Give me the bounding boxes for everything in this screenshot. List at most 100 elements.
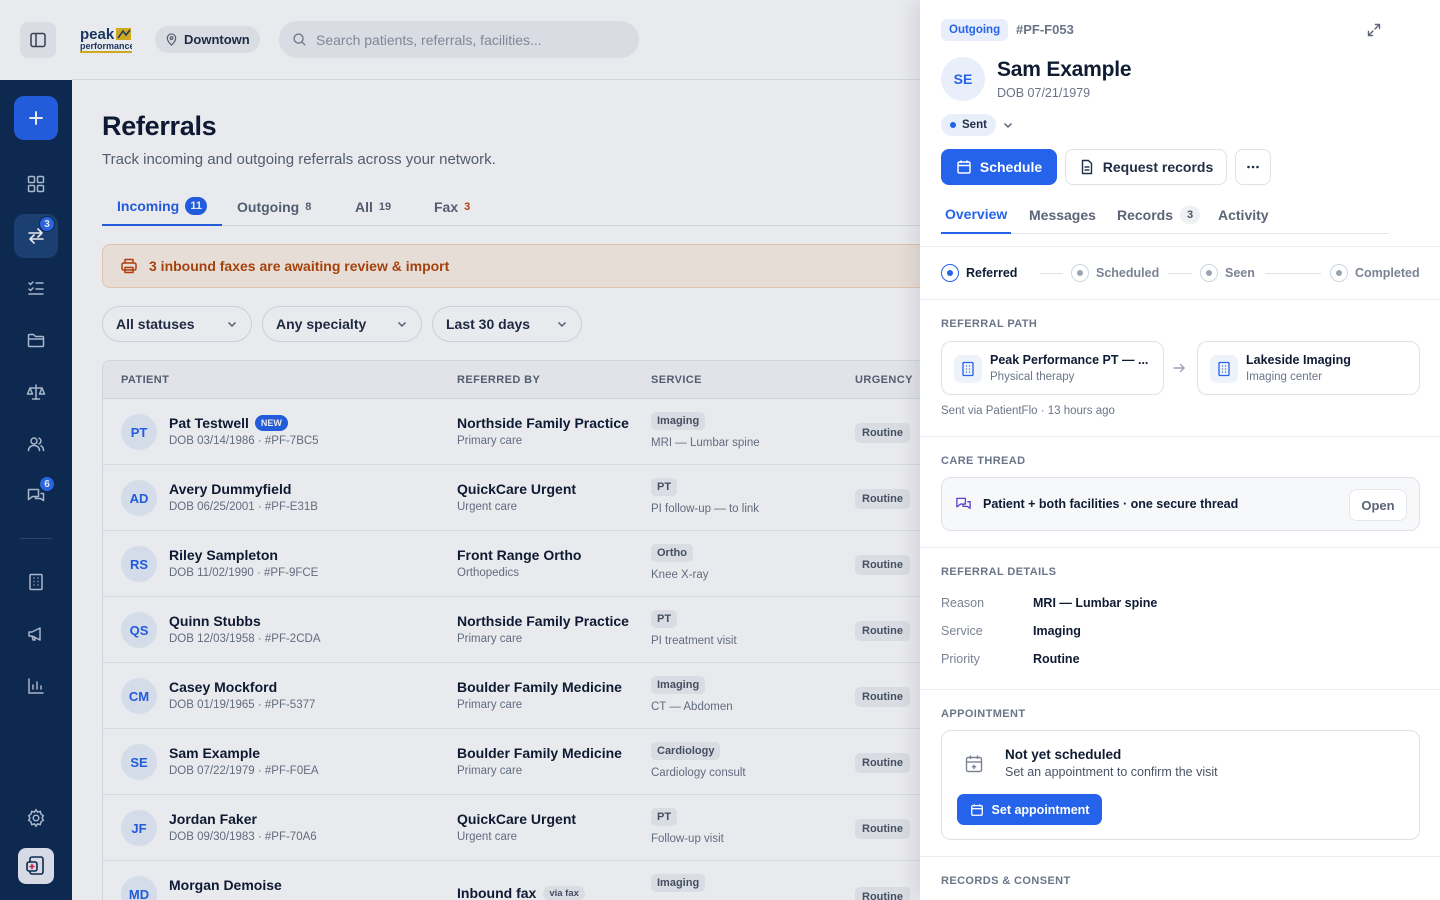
sidebar-item-documents[interactable] <box>14 318 58 362</box>
table-row[interactable]: SE Sam Example DOB 07/22/1979 · #PF-F0EA… <box>103 729 931 795</box>
step-label: Scheduled <box>1096 266 1160 280</box>
support-chat-icon <box>26 856 44 875</box>
tab-label: Fax <box>434 199 459 215</box>
arrow-right-icon <box>1172 361 1186 375</box>
patient-name: Sam Example <box>997 58 1132 81</box>
tab-overview[interactable]: Overview <box>941 196 1012 234</box>
referrer-name: Boulder Family Medicine <box>457 745 622 761</box>
tab-messages[interactable]: Messages <box>1029 196 1096 234</box>
avatar: MD <box>121 876 157 900</box>
filter-label: All statuses <box>116 316 195 332</box>
date-range-filter[interactable]: Last 30 days <box>432 306 582 342</box>
tab-label: All <box>355 199 373 215</box>
open-thread-button[interactable]: Open <box>1349 489 1407 521</box>
urgency-badge: Routine <box>855 687 910 707</box>
referrer-type: Urgent care <box>457 831 518 843</box>
chevron-down-icon <box>227 321 237 328</box>
facility-name: Lakeside Imaging <box>1246 353 1351 367</box>
table-row[interactable]: QS Quinn Stubbs DOB 12/03/1958 · #PF-2CD… <box>103 597 931 663</box>
direction-badge: Outgoing <box>941 19 1009 41</box>
referrer-name: Inbound fax <box>457 885 537 900</box>
patient-meta: DOB 11/02/1990 · #PF-9FCE <box>169 567 319 579</box>
calendar-icon <box>970 803 983 816</box>
sidebar-item-dashboard[interactable] <box>14 162 58 206</box>
sidebar-toggle-button[interactable] <box>20 22 56 58</box>
referrer-type: Primary care <box>457 435 523 447</box>
peak-performance-logo: peak performance <box>80 26 132 53</box>
tab-count: 11 <box>185 197 208 215</box>
referrer-name: Northside Family Practice <box>457 613 629 629</box>
fax-banner-text: 3 inbound faxes are awaiting review & im… <box>149 258 450 274</box>
detail-label: Priority <box>941 652 980 666</box>
location-selector[interactable]: Downtown <box>155 26 260 53</box>
tab-incoming[interactable]: Incoming 11 <box>102 188 223 226</box>
support-button[interactable] <box>18 848 54 884</box>
map-pin-icon <box>166 33 177 46</box>
tab-records[interactable]: Records 3 <box>1117 196 1201 234</box>
filter-label: Last 30 days <box>446 316 531 332</box>
progress-step-scheduled: Scheduled <box>1071 264 1159 282</box>
referrer-type: Urgent care <box>457 501 518 513</box>
expand-button[interactable] <box>1366 22 1382 38</box>
table-row[interactable]: PT Pat Testwell NEW DOB 03/14/1986 · #PF-… <box>103 399 931 465</box>
printer-icon <box>121 258 137 274</box>
sidebar-item-patients[interactable] <box>14 422 58 466</box>
table-row[interactable]: JF Jordan Faker DOB 09/30/1983 · #PF-70A… <box>103 795 931 861</box>
table-row[interactable]: AD Avery Dummyfield DOB 06/25/2001 · #PF… <box>103 465 931 531</box>
patient-name: Morgan Demoise <box>169 877 282 893</box>
care-thread-card[interactable]: Patient + both facilities · one secure t… <box>941 477 1420 531</box>
service-detail: CT — Abdomen <box>651 701 733 713</box>
detail-label: Service <box>941 624 983 638</box>
status-badge[interactable]: Sent <box>941 114 996 136</box>
service-tag: Imaging <box>651 676 706 694</box>
sidebar-item-legal[interactable] <box>14 370 58 414</box>
column-header: SERVICE <box>651 374 702 386</box>
set-appointment-button[interactable]: Set appointment <box>957 794 1102 825</box>
search-input[interactable]: Search patients, referrals, facilities..… <box>279 21 639 58</box>
sidebar-item-settings[interactable] <box>14 796 58 840</box>
sidebar-item-tasks[interactable] <box>14 266 58 310</box>
new-referral-button[interactable] <box>14 96 58 140</box>
search-icon <box>293 33 306 46</box>
tab-activity[interactable]: Activity <box>1218 196 1269 234</box>
avatar: JF <box>121 810 157 846</box>
section-heading: RECORDS & CONSENT <box>941 875 1071 887</box>
facility-card-to[interactable]: Lakeside Imaging Imaging center <box>1197 341 1420 395</box>
table-row[interactable]: MD Morgan Demoise Inbound fax via fax Ima… <box>103 861 931 900</box>
request-records-button[interactable]: Request records <box>1065 149 1227 185</box>
tab-count: 8 <box>305 201 312 213</box>
tab-all[interactable]: All 19 <box>355 188 391 226</box>
status-filter[interactable]: All statuses <box>102 306 252 342</box>
step-label: Referred <box>966 266 1018 280</box>
service-tag: Imaging <box>651 412 706 430</box>
referral-detail-panel: Outgoing #PF-F053 SE Sam Example DOB 07/… <box>920 0 1440 900</box>
sidebar-item-marketing[interactable] <box>14 612 58 656</box>
notification-badge: 3 <box>39 216 55 232</box>
detail-value: Routine <box>1033 652 1080 666</box>
calendar-icon <box>957 160 971 174</box>
facility-name: Peak Performance PT — ... <box>990 353 1149 367</box>
sidebar-item-messages[interactable]: 6 <box>14 474 58 518</box>
step-indicator <box>941 264 959 282</box>
step-label: Completed <box>1355 266 1420 280</box>
avatar: SE <box>121 744 157 780</box>
chevron-down-icon <box>397 321 407 328</box>
sidebar-item-facilities[interactable] <box>14 560 58 604</box>
specialty-filter[interactable]: Any specialty <box>262 306 422 342</box>
divider <box>920 856 1440 857</box>
sidebar-item-referrals[interactable]: 3 <box>14 214 58 258</box>
sidebar-item-reports[interactable] <box>14 664 58 708</box>
status-dropdown-button[interactable] <box>1002 119 1014 131</box>
tab-fax[interactable]: Fax 3 <box>434 188 470 226</box>
facility-card-from[interactable]: Peak Performance PT — ... Physical thera… <box>941 341 1164 395</box>
tab-outgoing[interactable]: Outgoing 8 <box>237 188 311 226</box>
table-row[interactable]: RS Riley Sampleton DOB 11/02/1990 · #PF-… <box>103 531 931 597</box>
more-actions-button[interactable] <box>1235 149 1271 185</box>
schedule-button[interactable]: Schedule <box>941 149 1057 185</box>
fax-banner[interactable]: 3 inbound faxes are awaiting review & im… <box>102 244 932 288</box>
table-row[interactable]: CM Casey Mockford DOB 01/19/1965 · #PF-5… <box>103 663 931 729</box>
brand-logo[interactable]: peak performance <box>80 26 132 56</box>
document-icon <box>1081 159 1092 175</box>
column-header: URGENCY <box>855 374 913 386</box>
megaphone-icon <box>28 627 41 641</box>
